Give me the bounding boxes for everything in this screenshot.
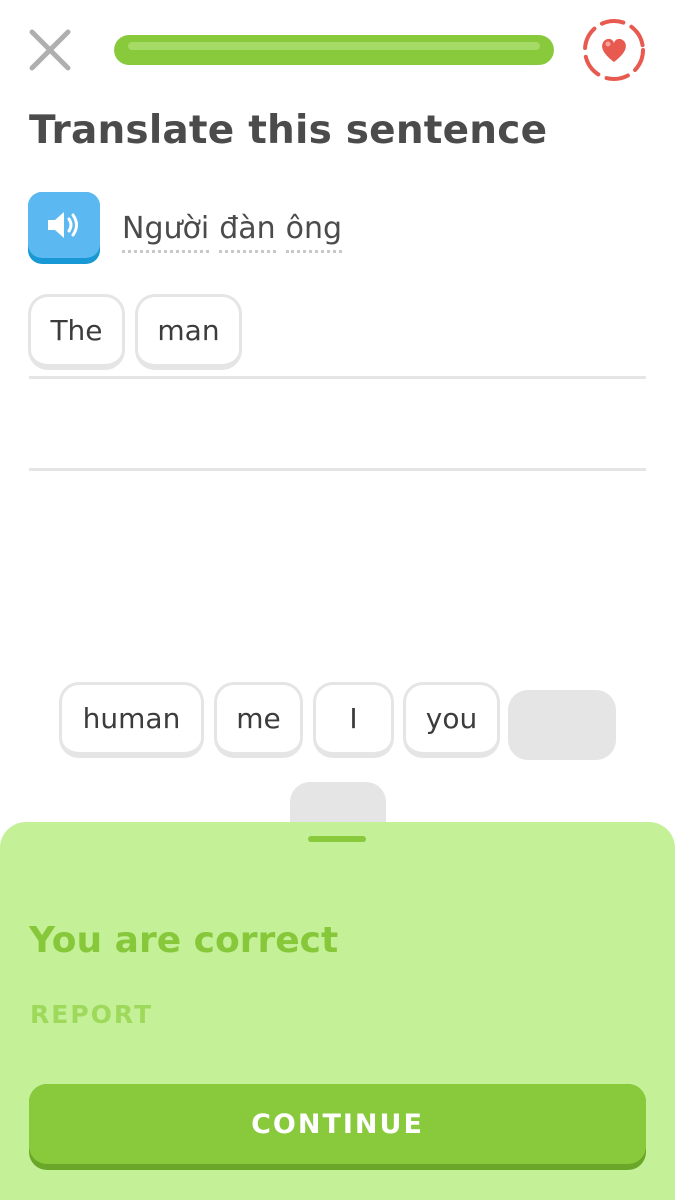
continue-button-label: CONTINUE — [29, 1084, 646, 1164]
word-bank-chip[interactable]: me — [214, 682, 303, 758]
word-bank-chip[interactable]: human — [59, 682, 204, 758]
lesson-screen: Translate this sentence Người đàn ông Th… — [0, 0, 675, 1200]
speaker-icon — [48, 212, 78, 238]
prompt-word[interactable]: ông — [285, 210, 343, 253]
word-bank-chip[interactable]: you — [403, 682, 500, 758]
close-icon[interactable] — [26, 26, 74, 74]
prompt-word[interactable]: đàn — [219, 210, 276, 253]
answer-word-chip[interactable]: man — [135, 294, 242, 370]
word-bank-slot-empty — [508, 690, 616, 760]
answer-word-chip[interactable]: The — [28, 294, 125, 370]
feedback-title: You are correct — [29, 920, 339, 961]
sheet-handle[interactable] — [308, 836, 366, 842]
continue-button[interactable]: CONTINUE — [29, 1084, 646, 1170]
prompt-sentence: Người đàn ông — [122, 210, 343, 253]
word-bank-chip[interactable]: I — [313, 682, 394, 758]
speaker-button[interactable] — [28, 192, 100, 264]
feedback-sheet: You are correct REPORT CONTINUE — [0, 822, 675, 1200]
prompt-word[interactable]: Người — [122, 210, 210, 253]
report-button[interactable]: REPORT — [30, 1000, 153, 1029]
progress-bar — [114, 35, 554, 65]
answer-line — [29, 376, 646, 379]
answer-line — [29, 468, 646, 471]
page-title: Translate this sentence — [29, 108, 548, 153]
progress-bar-fill — [114, 35, 554, 65]
heart-icon[interactable] — [580, 16, 648, 84]
